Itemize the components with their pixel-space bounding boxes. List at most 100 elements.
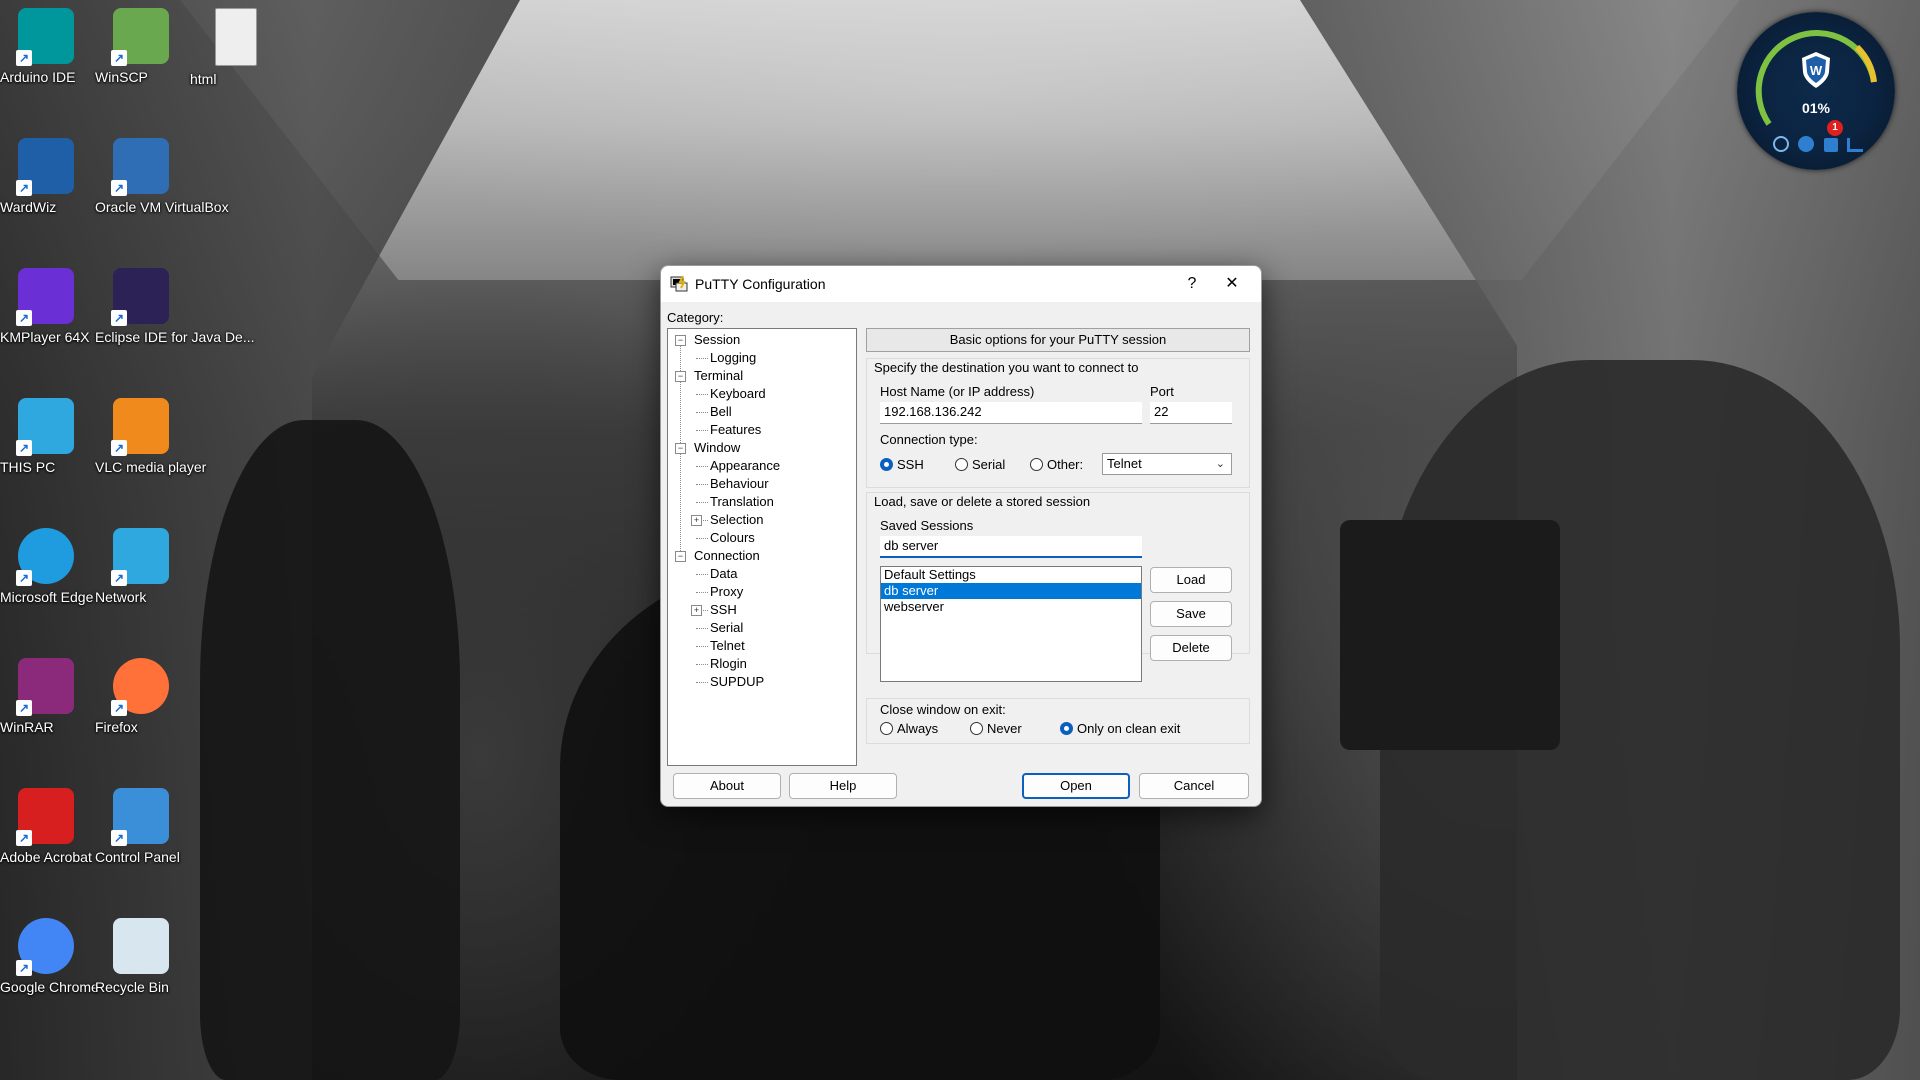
help-icon[interactable]: ? bbox=[1172, 272, 1212, 296]
update-icon[interactable] bbox=[1798, 136, 1815, 152]
radio-always[interactable]: Always bbox=[880, 720, 938, 738]
desktop-icon-adobe-acrobat[interactable]: ↗ Adobe Acrobat bbox=[0, 788, 92, 865]
desktop-icon-recycle-bin[interactable]: Recycle Bin bbox=[95, 918, 187, 995]
eclipse-icon: ↗ bbox=[111, 268, 169, 326]
tree-item-window[interactable]: Window bbox=[694, 439, 740, 457]
tree-item-colours[interactable]: Colours bbox=[710, 529, 755, 547]
tree-item-behaviour[interactable]: Behaviour bbox=[710, 475, 769, 493]
tree-item-rlogin[interactable]: Rlogin bbox=[710, 655, 747, 673]
shortcut-arrow-icon: ↗ bbox=[111, 570, 127, 586]
window-title: PuTTY Configuration bbox=[695, 276, 826, 292]
title-bar[interactable]: PuTTY Configuration ? ✕ bbox=[661, 266, 1261, 302]
collapse-icon[interactable]: − bbox=[675, 371, 686, 382]
radio-only-clean-exit[interactable]: Only on clean exit bbox=[1060, 720, 1180, 738]
tree-connector-line bbox=[696, 646, 708, 647]
vlc-cone-icon: ↗ bbox=[111, 398, 169, 456]
port-input[interactable]: 22 bbox=[1150, 402, 1232, 424]
radio-serial[interactable]: Serial bbox=[955, 456, 1005, 474]
collapse-icon[interactable]: − bbox=[675, 443, 686, 454]
desktop-icon-html[interactable]: html bbox=[190, 8, 282, 87]
expand-icon[interactable]: + bbox=[691, 515, 702, 526]
radio-dot-icon bbox=[880, 722, 893, 735]
tree-connector-line bbox=[696, 394, 708, 395]
session-item[interactable]: Default Settings bbox=[881, 567, 1141, 583]
chrome-icon: ↗ bbox=[16, 918, 74, 976]
saved-sessions-input[interactable]: db server bbox=[880, 536, 1142, 558]
desktop-icon-oracle-vm-virtualbox[interactable]: ↗ Oracle VM VirtualBox bbox=[95, 138, 229, 215]
desktop-icon-wardwiz[interactable]: ↗ WardWiz bbox=[0, 138, 92, 215]
tree-item-serial[interactable]: Serial bbox=[710, 619, 743, 637]
delete-button[interactable]: Delete bbox=[1150, 635, 1232, 661]
tree-item-keyboard[interactable]: Keyboard bbox=[710, 385, 766, 403]
desktop-icon-arduino-ide[interactable]: ↗ Arduino IDE bbox=[0, 8, 92, 85]
about-button[interactable]: About bbox=[673, 773, 781, 799]
desktop-icon-this-pc[interactable]: ↗ THIS PC bbox=[0, 398, 92, 475]
save-button[interactable]: Save bbox=[1150, 601, 1232, 627]
radio-other[interactable]: Other: bbox=[1030, 456, 1083, 474]
close-icon[interactable]: ✕ bbox=[1212, 272, 1252, 296]
chart-icon[interactable] bbox=[1846, 138, 1863, 152]
port-label: Port bbox=[1150, 384, 1174, 399]
tree-connector-line bbox=[696, 358, 708, 359]
session-item[interactable]: webserver bbox=[881, 599, 1141, 615]
tree-item-data[interactable]: Data bbox=[710, 565, 737, 583]
wallpaper-ceiling bbox=[180, 0, 1740, 280]
radio-ssh[interactable]: SSH bbox=[880, 456, 924, 474]
desktop-icon-label: Firefox bbox=[95, 719, 138, 735]
security-widget[interactable]: W 01% 1 bbox=[1737, 12, 1895, 170]
wardwiz-shield-icon: ↗ bbox=[16, 138, 74, 196]
category-tree[interactable]: − Session Logging − Terminal Keyboard Bell Feat… bbox=[667, 328, 857, 766]
radio-dot-icon bbox=[970, 722, 983, 735]
chevron-down-icon: ⌄ bbox=[1215, 458, 1225, 470]
open-button[interactable]: Open bbox=[1022, 773, 1130, 799]
tree-item-logging[interactable]: Logging bbox=[710, 349, 756, 367]
desktop-icon-winscp[interactable]: ↗ WinSCP bbox=[95, 8, 187, 85]
collapse-icon[interactable]: − bbox=[675, 551, 686, 562]
tree-item-selection[interactable]: Selection bbox=[710, 511, 763, 529]
tree-item-translation[interactable]: Translation bbox=[710, 493, 774, 511]
other-protocol-select[interactable]: Telnet ⌄ bbox=[1102, 453, 1232, 475]
desktop-icon-label: WardWiz bbox=[0, 199, 57, 215]
collapse-icon[interactable]: − bbox=[675, 335, 686, 346]
desktop-icon-winrar[interactable]: ↗ WinRAR bbox=[0, 658, 92, 735]
desktop-icon-label: Control Panel bbox=[95, 849, 180, 865]
svg-text:W: W bbox=[1810, 63, 1823, 78]
shortcut-arrow-icon: ↗ bbox=[16, 960, 32, 976]
tree-item-bell[interactable]: Bell bbox=[710, 403, 732, 421]
host-label: Host Name (or IP address) bbox=[880, 384, 1035, 399]
shortcut-arrow-icon: ↗ bbox=[16, 50, 32, 66]
session-item[interactable]: db server bbox=[881, 583, 1141, 599]
tree-item-supdup[interactable]: SUPDUP bbox=[710, 673, 764, 691]
network-icon: ↗ bbox=[111, 528, 169, 586]
scan-icon[interactable] bbox=[1773, 136, 1789, 152]
desktop-icon-network[interactable]: ↗ Network bbox=[95, 528, 187, 605]
tree-item-telnet[interactable]: Telnet bbox=[710, 637, 745, 655]
tree-connector-line bbox=[696, 412, 708, 413]
cancel-button[interactable]: Cancel bbox=[1139, 773, 1249, 799]
desktop-icon-google-chrome[interactable]: ↗ Google Chrome bbox=[0, 918, 99, 995]
tree-item-ssh[interactable]: SSH bbox=[710, 601, 737, 619]
desktop-icon-control-panel[interactable]: ↗ Control Panel bbox=[95, 788, 187, 865]
shortcut-arrow-icon: ↗ bbox=[111, 180, 127, 196]
desktop-icon-firefox[interactable]: ↗ Firefox bbox=[95, 658, 187, 735]
desktop-icon-kmplayer-64x[interactable]: ↗ KMPlayer 64X bbox=[0, 268, 92, 345]
desktop-icon-label: Network bbox=[95, 589, 147, 605]
tree-item-session[interactable]: Session bbox=[694, 331, 740, 349]
sessions-list[interactable]: Default Settings db server webserver bbox=[880, 566, 1142, 682]
desktop-icon-vlc-media-player[interactable]: ↗ VLC media player bbox=[95, 398, 206, 475]
tree-item-proxy[interactable]: Proxy bbox=[710, 583, 743, 601]
radio-never[interactable]: Never bbox=[970, 720, 1022, 738]
help-button[interactable]: Help bbox=[789, 773, 897, 799]
tree-item-appearance[interactable]: Appearance bbox=[710, 457, 780, 475]
tree-item-features[interactable]: Features bbox=[710, 421, 761, 439]
expand-icon[interactable]: + bbox=[691, 605, 702, 616]
tree-item-connection[interactable]: Connection bbox=[694, 547, 760, 565]
arduino-icon: ↗ bbox=[16, 8, 74, 66]
desktop-icon-eclipse-ide-for-java-de[interactable]: ↗ Eclipse IDE for Java De... bbox=[95, 268, 255, 345]
connection-type-label: Connection type: bbox=[880, 432, 978, 447]
load-button[interactable]: Load bbox=[1150, 567, 1232, 593]
tree-item-terminal[interactable]: Terminal bbox=[694, 367, 743, 385]
host-input[interactable]: 192.168.136.242 bbox=[880, 402, 1142, 424]
desktop-icon-microsoft-edge[interactable]: ↗ Microsoft Edge bbox=[0, 528, 93, 605]
lock-icon[interactable] bbox=[1823, 138, 1838, 152]
